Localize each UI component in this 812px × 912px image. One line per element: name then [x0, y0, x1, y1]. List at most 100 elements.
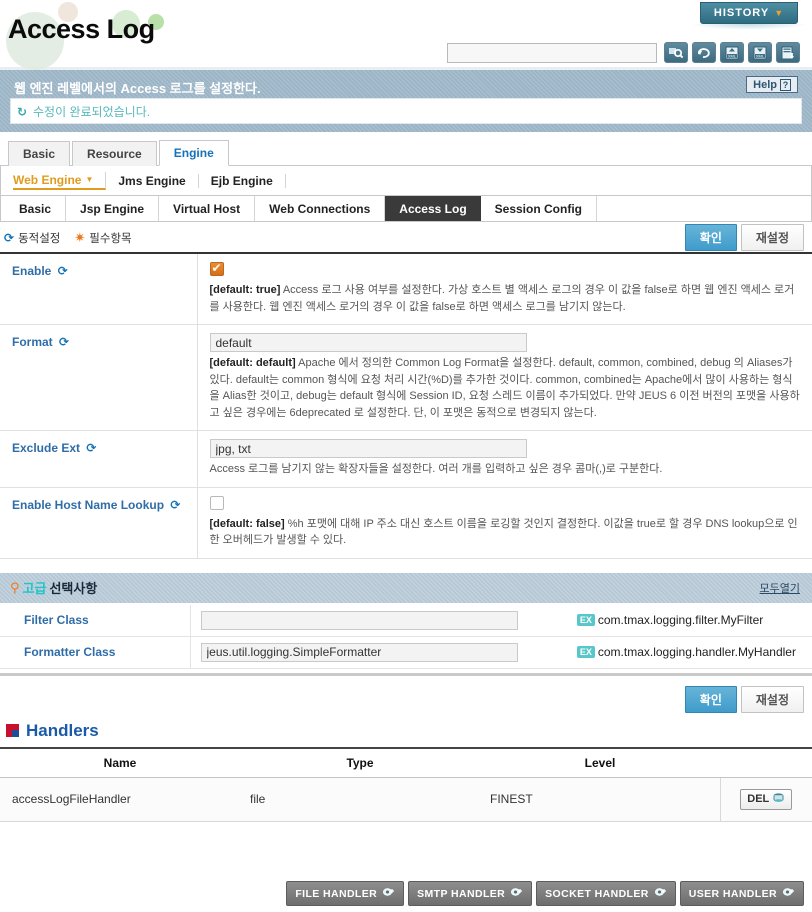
advanced-label-formatter-class: Formatter Class	[0, 636, 191, 669]
add-icon	[382, 886, 395, 901]
tab-jsp-engine[interactable]: Jsp Engine	[66, 196, 160, 221]
refresh-icon[interactable]	[692, 42, 716, 63]
history-button[interactable]: HISTORY ▼	[700, 2, 798, 24]
svg-text:XML: XML	[756, 53, 765, 58]
tab-engine[interactable]: Engine	[158, 140, 229, 166]
formatter-class-input[interactable]	[200, 642, 518, 662]
enable-host-name-lookup-checkbox[interactable]	[209, 495, 224, 510]
handlers-table-head: Name Type Level	[0, 746, 812, 778]
search-input[interactable]	[447, 42, 657, 63]
trash-icon	[772, 792, 785, 807]
sync-icon: ⟳	[86, 441, 97, 455]
xml-import-icon[interactable]: XML	[720, 42, 744, 63]
advanced-section-header: ⚲ 고급 선택사항 모두열기	[0, 572, 812, 603]
form-label-exclude-ext: Exclude Ext ⟳	[0, 430, 198, 487]
form-desc-text: %h 포맷에 대해 IP 주소 대신 호스트 이름을 로깅할 것인지 결정한다.…	[209, 517, 798, 547]
handler-add-buttons: FILE HANDLER SMTP HANDLER SOCKET HANDLER…	[286, 881, 804, 906]
advanced-title-accent: 고급	[22, 581, 47, 596]
form-label-enable: Enable ⟳	[0, 254, 198, 325]
form-row-format: Format ⟳ [default: default] Apache 에서 정의…	[0, 324, 812, 431]
tab-web-engine-label: Web Engine	[13, 172, 82, 187]
help-button[interactable]: Help ?	[746, 76, 798, 93]
form-field-exclude-ext: Access 로그를 남기지 않는 확장자들을 설정한다. 여러 개를 입력하고…	[197, 431, 812, 488]
save-export-icon[interactable]	[776, 42, 800, 63]
default-value-tag: [default: default]	[209, 357, 296, 369]
help-button-label: Help	[753, 78, 777, 91]
handlers-col-level: Level	[480, 746, 720, 778]
form-label-host-name-lookup: Enable Host Name Lookup ⟳	[0, 487, 198, 558]
add-file-handler-button[interactable]: FILE HANDLER	[286, 881, 405, 906]
form-field-enable: [default: true] Access 로그 사용 여부를 설정한다. 가…	[197, 254, 812, 325]
sync-icon: ⟳	[57, 264, 68, 278]
tab-ejb-engine[interactable]: Ejb Engine	[199, 173, 286, 188]
add-icon	[654, 886, 667, 901]
form-desc-text: Apache 에서 정의한 Common Log Format을 설정한다. d…	[209, 357, 800, 419]
xml-export-icon[interactable]: XML	[748, 42, 772, 63]
sync-icon: ⟳	[170, 497, 181, 512]
advanced-row-filter-class: Filter Class EX com.tmax.logging.filter.M…	[0, 604, 812, 637]
history-button-label: HISTORY	[713, 7, 770, 19]
delete-handler-label: DEL	[747, 793, 770, 805]
filter-class-input[interactable]	[200, 610, 518, 630]
expand-all-link[interactable]: 모두열기	[760, 580, 800, 596]
tab-virtual-host[interactable]: Virtual Host	[159, 196, 256, 221]
handlers-title: Handlers	[26, 720, 99, 740]
add-socket-handler-button[interactable]: SOCKET HANDLER	[536, 881, 676, 906]
legend-required-label: 필수항목	[89, 232, 132, 245]
handlers-table-body: accessLogFileHandler file FINEST DEL	[0, 777, 812, 822]
sync-icon: ⟳	[59, 335, 70, 349]
refresh-icon: ↻	[17, 105, 28, 119]
confirm-button-bottom[interactable]: 확인	[684, 685, 737, 713]
tab-web-engine[interactable]: Web Engine ▼	[13, 171, 107, 190]
chevron-down-icon: ▼	[774, 8, 785, 18]
advanced-form: Filter Class EX com.tmax.logging.filter.M…	[0, 604, 812, 669]
tertiary-tabs: Basic Jsp Engine Virtual Host Web Connec…	[0, 196, 812, 222]
handlers-header-row: Name Type Level	[0, 746, 812, 778]
info-panel-title: 웹 엔진 레벨에서의 Access 로그를 설정한다.	[14, 81, 261, 96]
search-icon[interactable]	[664, 42, 688, 63]
sync-icon: ⟳	[4, 230, 15, 245]
add-smtp-handler-button[interactable]: SMTP HANDLER	[408, 881, 533, 906]
tab-session-config[interactable]: Session Config	[481, 196, 597, 221]
confirm-button-top[interactable]: 확인	[684, 224, 737, 251]
form-row-enable: Enable ⟳ [default: true] Access 로그 사용 여부…	[0, 254, 812, 325]
form-desc-text: Access 로그를 남기지 않는 확장자들을 설정한다. 여러 개를 입력하고…	[209, 463, 663, 475]
square-badge-icon	[6, 724, 19, 737]
format-input[interactable]	[209, 333, 527, 352]
advanced-field-formatter-class: EXcom.tmax.logging.handler.MyHandler	[190, 636, 812, 669]
info-panel: 웹 엔진 레벨에서의 Access 로그를 설정한다. Help ? ↻ 수정이…	[0, 70, 812, 132]
add-user-handler-button[interactable]: USER HANDLER	[679, 881, 804, 906]
form-desc-enable: [default: true] Access 로그 사용 여부를 설정한다. 가…	[210, 282, 801, 315]
delete-handler-button[interactable]: DEL	[740, 788, 793, 810]
add-file-handler-label: FILE HANDLER	[295, 887, 378, 900]
asterisk-icon: ✷	[74, 229, 86, 245]
form-label-text: Exclude Ext	[12, 441, 81, 455]
legend-dynamic: ⟳ 동적설정	[4, 230, 60, 246]
reset-button-top[interactable]: 재설정	[740, 224, 804, 251]
formatter-class-example-text: com.tmax.logging.handler.MyHandler	[597, 645, 796, 659]
form-desc-host-name-lookup: [default: false] %h 포맷에 대해 IP 주소 대신 호스트 …	[210, 516, 801, 549]
tab-basic[interactable]: Basic	[8, 141, 71, 166]
tab-basic[interactable]: Basic	[5, 196, 67, 221]
status-message-text: 수정이 완료되었습니다.	[33, 104, 151, 119]
tab-jms-engine[interactable]: Jms Engine	[106, 173, 199, 188]
add-smtp-handler-label: SMTP HANDLER	[417, 887, 506, 900]
add-user-handler-label: USER HANDLER	[688, 887, 777, 900]
filter-class-example-text: com.tmax.logging.filter.MyFilter	[597, 613, 764, 627]
page-title: Access Log	[8, 14, 155, 44]
filter-class-example: EX com.tmax.logging.filter.MyFilter	[576, 612, 764, 627]
exclude-ext-input[interactable]	[209, 439, 527, 458]
table-row[interactable]: accessLogFileHandler file FINEST DEL	[0, 777, 812, 822]
advanced-row-formatter-class: Formatter Class EXcom.tmax.logging.handl…	[0, 636, 812, 669]
handlers-col-name: Name	[0, 746, 240, 778]
svg-text:XML: XML	[728, 53, 737, 58]
handler-name-cell: accessLogFileHandler	[0, 777, 240, 822]
tab-web-connections[interactable]: Web Connections	[255, 196, 386, 221]
tab-resource[interactable]: Resource	[72, 141, 157, 166]
add-icon	[510, 886, 523, 901]
tab-access-log[interactable]: Access Log	[385, 196, 481, 221]
handler-actions-cell: DEL	[719, 777, 812, 822]
enable-checkbox[interactable]	[209, 261, 224, 276]
example-badge-icon: EX	[576, 614, 595, 626]
reset-button-bottom[interactable]: 재설정	[740, 685, 804, 713]
